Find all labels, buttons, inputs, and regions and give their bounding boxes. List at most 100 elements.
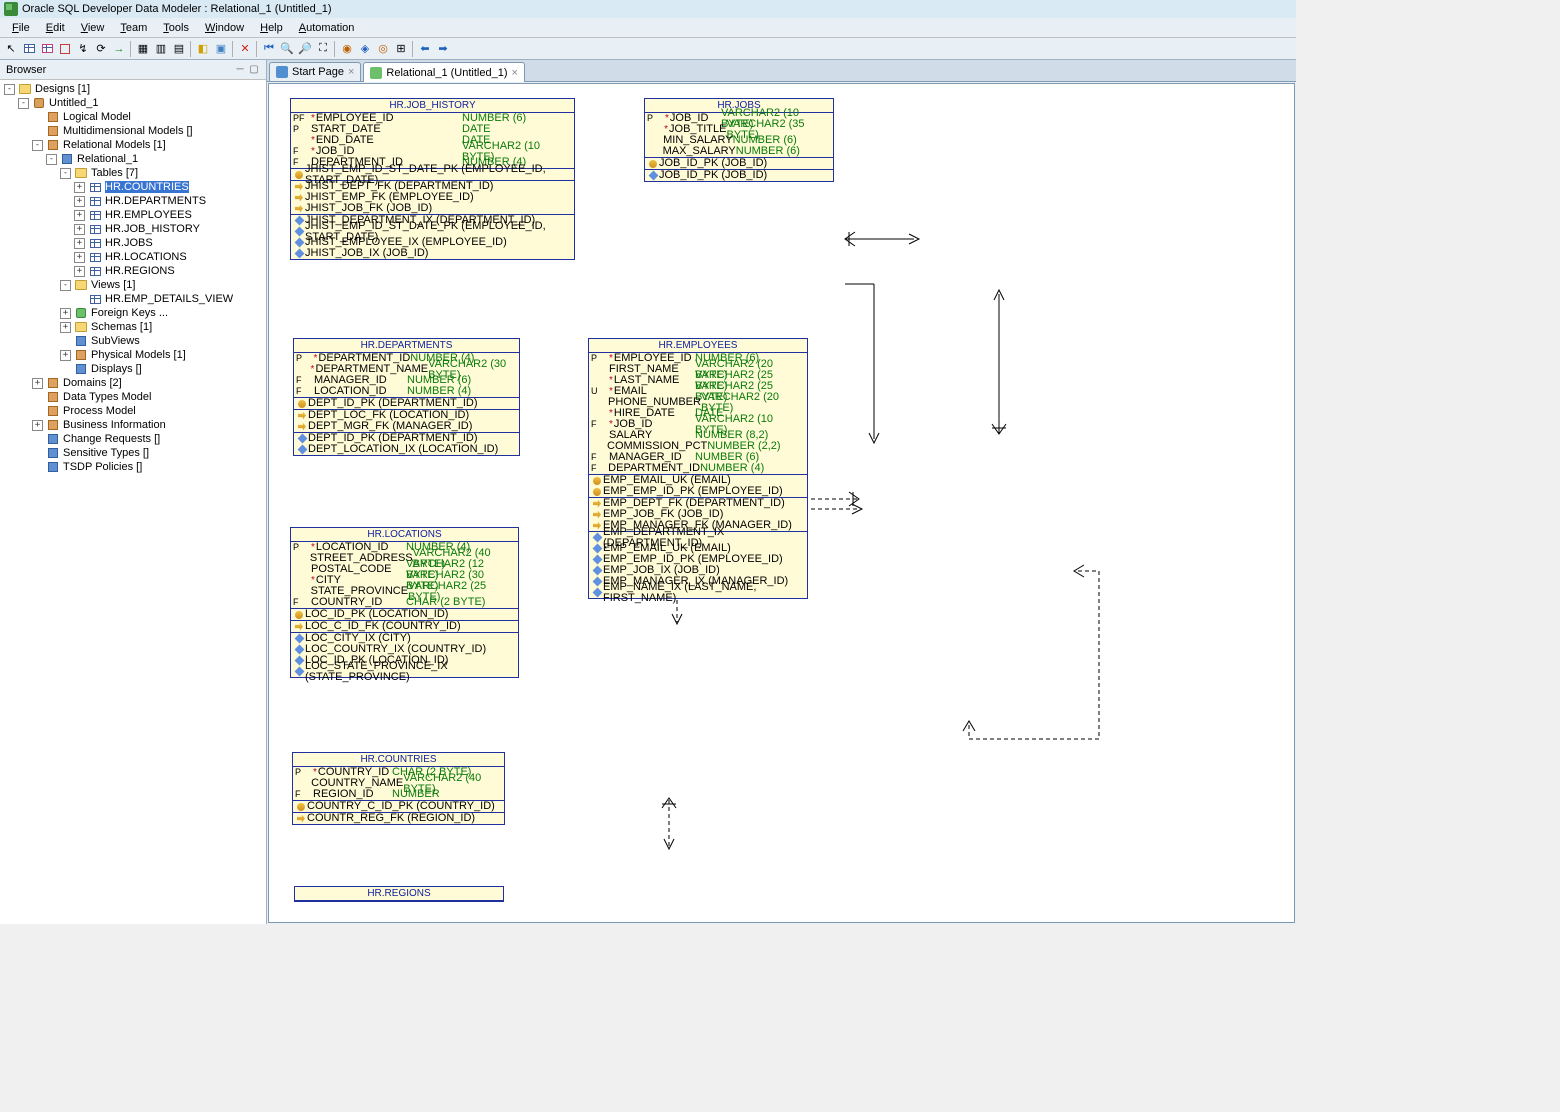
menu-edit[interactable]: Edit [38,20,73,36]
tree-item[interactable]: +HR.REGIONS [0,264,266,278]
entity-departments[interactable]: HR.DEPARTMENTSP*DEPARTMENT_IDNUMBER (4)*… [293,338,520,456]
menu-automation[interactable]: Automation [291,20,363,36]
tree-toggle-icon[interactable]: - [46,154,57,165]
tree-toggle-icon[interactable] [74,294,85,305]
diagram-canvas[interactable]: HR.JOB_HISTORYPF*EMPLOYEE_IDNUMBER (6)P … [268,83,1295,923]
tree-item[interactable]: SubViews [0,334,266,348]
nav3-icon[interactable]: ◎ [374,40,392,58]
layout2-icon[interactable]: ▥ [152,40,170,58]
tree-toggle-icon[interactable]: + [60,350,71,361]
tree-toggle-icon[interactable]: + [60,322,71,333]
tree-item[interactable]: TSDP Policies [] [0,460,266,474]
tree-toggle-icon[interactable]: + [74,252,85,263]
box-icon[interactable] [56,40,74,58]
tree-item[interactable]: -Designs [1] [0,82,266,96]
tree-toggle-icon[interactable]: + [74,182,85,193]
tree-item[interactable]: +HR.JOBS [0,236,266,250]
tree-toggle-icon[interactable]: - [60,168,71,179]
tree-item[interactable]: +HR.COUNTRIES [0,180,266,194]
tree-item[interactable]: Data Types Model [0,390,266,404]
refresh-icon[interactable]: ⟳ [92,40,110,58]
tree-item[interactable]: +Foreign Keys ... [0,306,266,320]
close-panel-icon[interactable]: ▢ [248,64,260,76]
zoom-reset-icon[interactable]: ⏮ [260,40,278,58]
tree-toggle-icon[interactable] [32,434,43,445]
tree-toggle-icon[interactable] [32,448,43,459]
tree-item[interactable]: -Untitled_1 [0,96,266,110]
tree-toggle-icon[interactable]: + [74,224,85,235]
tab-relational-1-untitled-1-[interactable]: Relational_1 (Untitled_1)× [363,62,525,82]
tree-item[interactable]: Logical Model [0,110,266,124]
zoom-in-icon[interactable]: 🔍 [278,40,296,58]
nav4-icon[interactable]: ⊞ [392,40,410,58]
nav2-icon[interactable]: ◈ [356,40,374,58]
tree-toggle-icon[interactable]: + [74,196,85,207]
pointer-icon[interactable]: ↖ [2,40,20,58]
menu-help[interactable]: Help [252,20,291,36]
close-icon[interactable]: × [348,66,354,78]
tree-item[interactable]: Multidimensional Models [] [0,124,266,138]
entity-countries[interactable]: HR.COUNTRIESP*COUNTRY_IDCHAR (2 BYTE) CO… [292,752,505,825]
tree-item[interactable]: Displays [] [0,362,266,376]
menu-window[interactable]: Window [197,20,252,36]
tree-toggle-icon[interactable]: - [4,84,15,95]
tree-item[interactable]: +HR.DEPARTMENTS [0,194,266,208]
menu-tools[interactable]: Tools [155,20,197,36]
tree-item[interactable]: +HR.EMPLOYEES [0,208,266,222]
forward-icon[interactable]: ➡ [434,40,452,58]
tree-toggle-icon[interactable] [32,112,43,123]
layout1-icon[interactable]: ▦ [134,40,152,58]
note-icon[interactable]: ◧ [194,40,212,58]
tree-toggle-icon[interactable] [32,126,43,137]
tree-toggle-icon[interactable]: + [32,420,43,431]
tree-toggle-icon[interactable]: + [74,238,85,249]
tree-item[interactable]: +HR.LOCATIONS [0,250,266,264]
tree-toggle-icon[interactable]: + [60,308,71,319]
tree-item[interactable]: -Views [1] [0,278,266,292]
tree-item[interactable]: -Tables [7] [0,166,266,180]
new-view-icon[interactable] [38,40,56,58]
delete-icon[interactable]: ✕ [236,40,254,58]
tree-toggle-icon[interactable]: + [74,210,85,221]
tree-item[interactable]: +Domains [2] [0,376,266,390]
layout3-icon[interactable]: ▤ [170,40,188,58]
fit-icon[interactable]: ⛶ [314,40,332,58]
tree-toggle-icon[interactable]: - [60,280,71,291]
tree-toggle-icon[interactable] [32,392,43,403]
entity-locations[interactable]: HR.LOCATIONSP*LOCATION_IDNUMBER (4) STRE… [290,527,519,678]
tree-item[interactable]: +Schemas [1] [0,320,266,334]
tree-item[interactable]: +HR.JOB_HISTORY [0,222,266,236]
tree-item[interactable]: HR.EMP_DETAILS_VIEW [0,292,266,306]
entity-job_history[interactable]: HR.JOB_HISTORYPF*EMPLOYEE_IDNUMBER (6)P … [290,98,575,260]
link-icon[interactable]: ↯ [74,40,92,58]
browser-tree[interactable]: -Designs [1]-Untitled_1Logical ModelMult… [0,80,266,924]
nav1-icon[interactable]: ◉ [338,40,356,58]
minimize-panel-icon[interactable]: ─ [234,64,246,76]
tree-item[interactable]: +Physical Models [1] [0,348,266,362]
entity-jobs[interactable]: HR.JOBSP*JOB_IDVARCHAR2 (10 BYTE)*JOB_TI… [644,98,834,182]
tree-item[interactable]: Process Model [0,404,266,418]
tree-toggle-icon[interactable]: - [32,140,43,151]
tree-toggle-icon[interactable]: + [32,378,43,389]
menu-view[interactable]: View [73,20,113,36]
tree-item[interactable]: -Relational Models [1] [0,138,266,152]
tree-item[interactable]: Sensitive Types [] [0,446,266,460]
tree-toggle-icon[interactable] [60,336,71,347]
tree-item[interactable]: -Relational_1 [0,152,266,166]
new-table-icon[interactable] [20,40,38,58]
entity-regions[interactable]: HR.REGIONS [294,886,504,902]
tree-toggle-icon[interactable] [32,462,43,473]
arrow-right-icon[interactable]: → [110,40,128,58]
tree-toggle-icon[interactable]: + [74,266,85,277]
entity-employees[interactable]: HR.EMPLOYEESP*EMPLOYEE_IDNUMBER (6) FIRS… [588,338,808,599]
menu-team[interactable]: Team [112,20,155,36]
tab-start-page[interactable]: Start Page× [269,62,361,81]
tree-item[interactable]: +Business Information [0,418,266,432]
close-icon[interactable]: × [512,67,518,79]
tree-toggle-icon[interactable] [60,364,71,375]
menu-file[interactable]: File [4,20,38,36]
zoom-out-icon[interactable]: 🔎 [296,40,314,58]
tree-toggle-icon[interactable]: - [18,98,29,109]
tree-toggle-icon[interactable] [32,406,43,417]
image-icon[interactable]: ▣ [212,40,230,58]
